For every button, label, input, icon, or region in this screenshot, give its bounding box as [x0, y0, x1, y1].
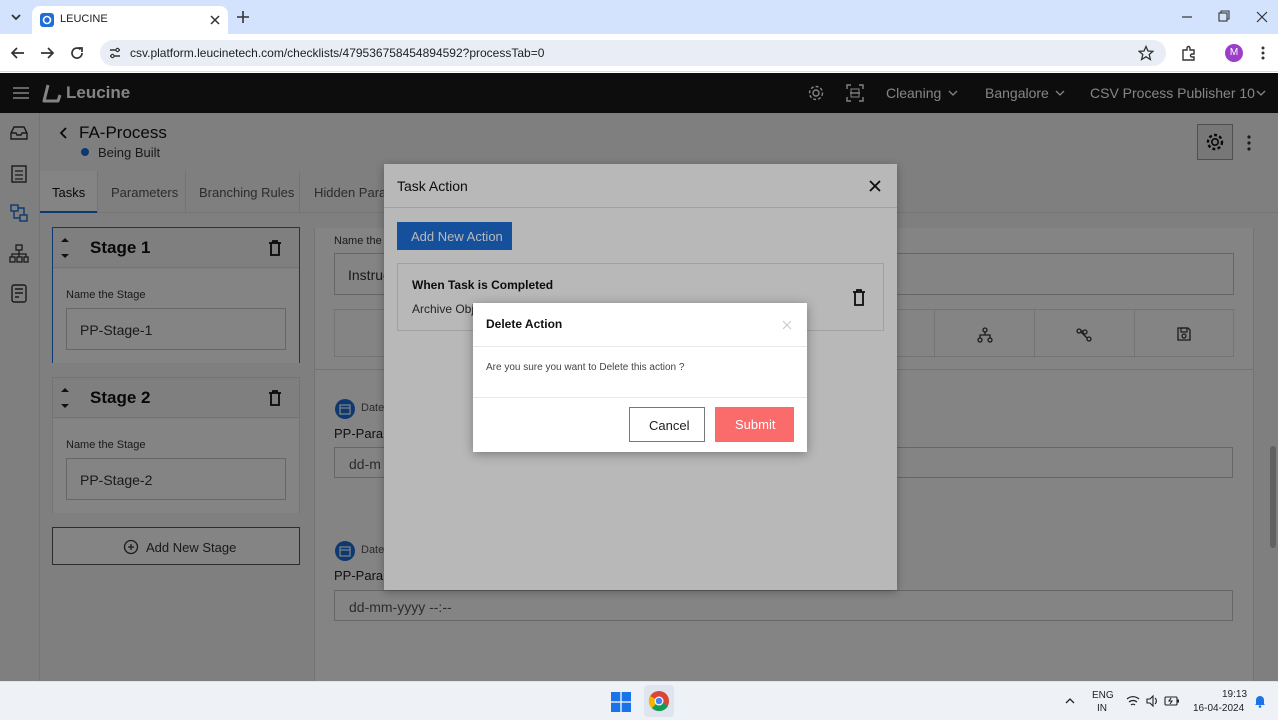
site-info-icon[interactable]	[108, 46, 122, 60]
new-tab-icon[interactable]	[234, 8, 252, 26]
windows-start-icon[interactable]	[611, 692, 631, 712]
restore-icon[interactable]	[1217, 8, 1231, 26]
reload-icon[interactable]	[68, 44, 86, 62]
windows-taskbar: ENG IN 19:13 16-04-2024	[0, 681, 1278, 720]
modal-title: Delete Action	[486, 317, 563, 331]
extensions-icon[interactable]	[1180, 44, 1198, 62]
browser-tab[interactable]: LEUCINE	[32, 6, 228, 34]
chevron-up-icon[interactable]	[1063, 694, 1077, 708]
notification-bell-icon[interactable]	[1253, 694, 1267, 708]
profile-avatar[interactable]: M	[1225, 44, 1243, 62]
tab-title: LEUCINE	[60, 13, 108, 25]
clock-date[interactable]: 16-04-2024	[1193, 703, 1244, 714]
clock-time[interactable]: 19:13	[1222, 689, 1247, 700]
language-indicator[interactable]: ENG	[1092, 690, 1114, 701]
browser-menu-icon[interactable]	[1258, 44, 1268, 62]
tab-list-chevron-icon[interactable]	[6, 8, 26, 26]
back-icon[interactable]	[9, 44, 27, 62]
chrome-taskbar-button[interactable]	[644, 685, 674, 717]
delete-action-modal: Delete Action Are you sure you want to D…	[473, 303, 807, 452]
confirmation-message: Are you sure you want to Delete this act…	[486, 362, 685, 373]
battery-icon[interactable]	[1164, 694, 1180, 708]
close-window-icon[interactable]	[1255, 8, 1269, 26]
cancel-button[interactable]: Cancel	[629, 407, 705, 442]
wifi-icon[interactable]	[1126, 694, 1140, 708]
language-region: IN	[1097, 703, 1107, 714]
submit-button[interactable]: Submit	[715, 407, 794, 442]
close-icon[interactable]	[782, 320, 792, 330]
leucine-favicon-icon	[40, 13, 54, 27]
forward-icon[interactable]	[38, 44, 56, 62]
close-tab-icon[interactable]	[208, 13, 222, 27]
bookmark-star-icon[interactable]	[1138, 45, 1154, 61]
minimize-icon[interactable]	[1180, 8, 1194, 26]
address-bar[interactable]: csv.platform.leucinetech.com/checklists/…	[100, 40, 1166, 66]
browser-tab-bar: LEUCINE	[0, 0, 1278, 34]
url-text: csv.platform.leucinetech.com/checklists/…	[130, 46, 545, 60]
volume-icon[interactable]	[1145, 694, 1159, 708]
